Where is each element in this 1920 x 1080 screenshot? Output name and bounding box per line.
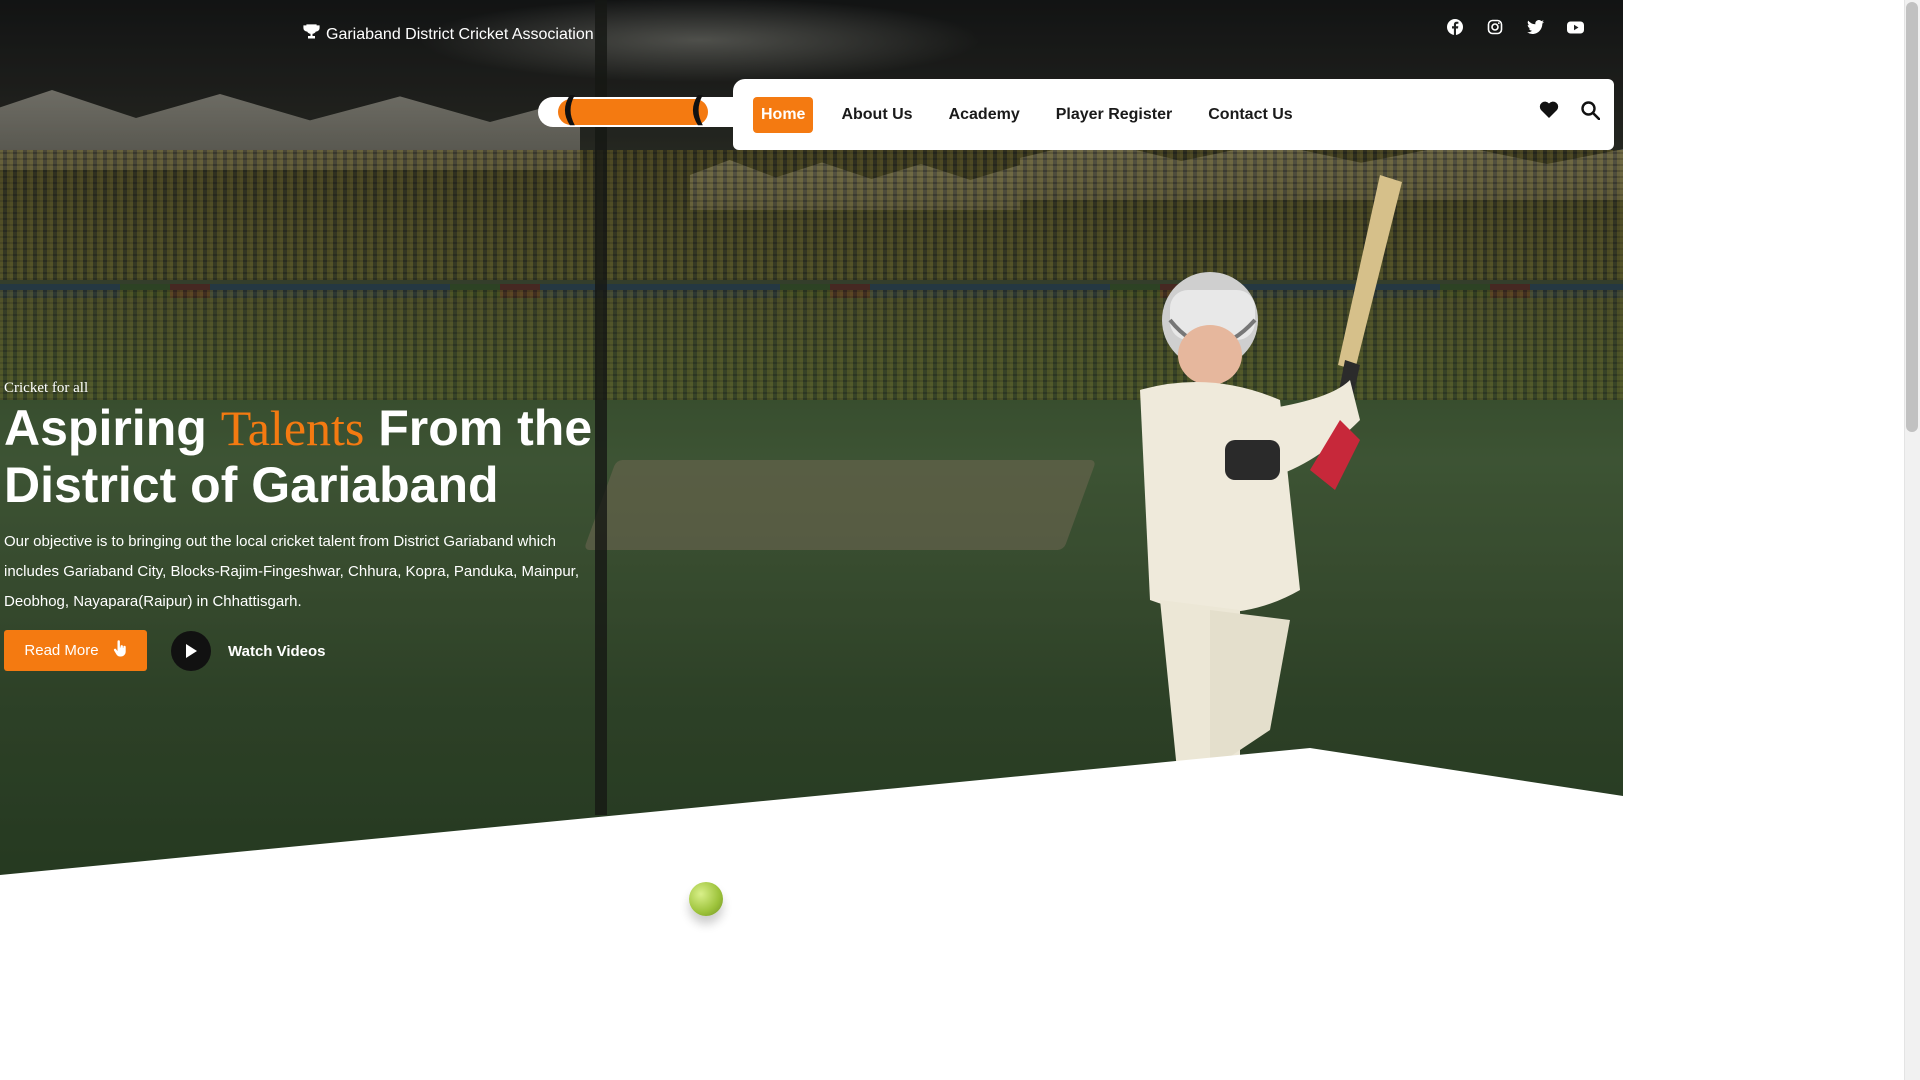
social-links xyxy=(1446,18,1584,36)
watch-videos-label: Watch Videos xyxy=(228,642,326,660)
page: Gariaband District Cricket Association (… xyxy=(0,0,1920,1080)
nav-item-player-register[interactable]: Player Register xyxy=(1048,97,1181,133)
logo-bracket-right: ( xyxy=(690,90,706,130)
nav-item-home[interactable]: Home xyxy=(753,96,814,133)
scrollbar-thumb[interactable] xyxy=(1906,2,1918,432)
trophy-icon xyxy=(303,24,320,45)
hero-headline: Aspiring Talents From the District of Ga… xyxy=(4,400,624,514)
heart-icon[interactable] xyxy=(1539,101,1559,125)
hand-pointer-icon xyxy=(113,640,127,661)
logo-bar xyxy=(558,99,708,125)
twitter-icon[interactable] xyxy=(1526,18,1544,36)
headline-part1: Aspiring xyxy=(4,400,221,456)
read-more-button[interactable]: Read More xyxy=(4,630,147,671)
main-navigation: Home About Us Academy Player Register Co… xyxy=(733,79,1614,150)
watch-videos-button[interactable]: Watch Videos xyxy=(171,631,326,671)
association-name: Gariaband District Cricket Association xyxy=(326,25,594,43)
association-label: Gariaband District Cricket Association xyxy=(303,24,594,45)
youtube-icon[interactable] xyxy=(1566,18,1584,36)
nav-icons xyxy=(1539,101,1601,125)
batsman-image xyxy=(1140,175,1402,850)
facebook-icon[interactable] xyxy=(1446,18,1464,36)
play-icon[interactable] xyxy=(171,631,211,671)
cricket-ball-image xyxy=(689,882,723,916)
nav-item-about-us[interactable]: About Us xyxy=(833,97,920,133)
hero-tagline: Cricket for all xyxy=(4,380,89,396)
instagram-icon[interactable] xyxy=(1486,18,1504,36)
site-logo[interactable]: ( ( xyxy=(538,90,738,130)
search-icon[interactable] xyxy=(1581,101,1601,125)
nav-item-academy[interactable]: Academy xyxy=(941,97,1028,133)
nav-menu: Home About Us Academy Player Register Co… xyxy=(753,96,1321,133)
right-whitespace xyxy=(1623,0,1903,1080)
logo-bracket-left: ( xyxy=(562,90,578,130)
nav-item-contact-us[interactable]: Contact Us xyxy=(1200,97,1300,133)
headline-accent: Talents xyxy=(220,400,365,456)
hero-description: Our objective is to bringing out the loc… xyxy=(4,533,579,610)
read-more-label: Read More xyxy=(24,642,99,659)
